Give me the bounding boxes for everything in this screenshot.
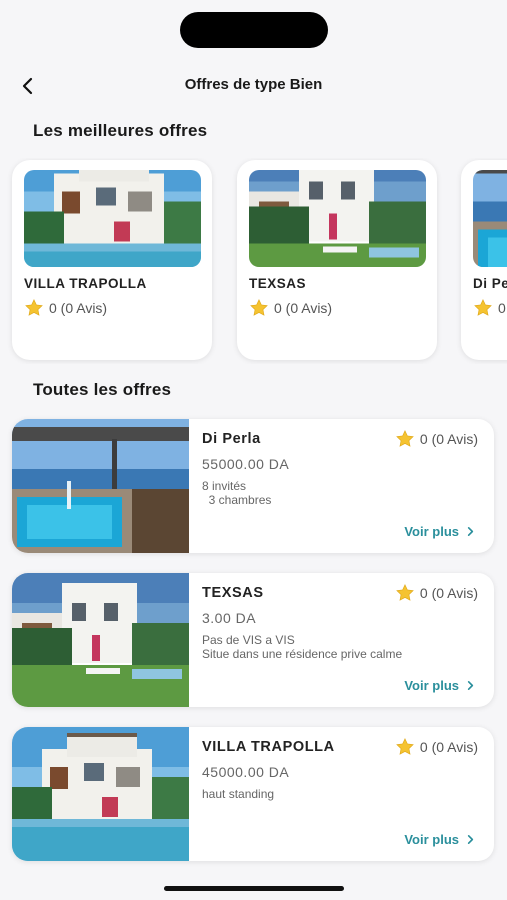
offer-rating: 0 (0 Avis) [249, 298, 332, 318]
voir-plus-button[interactable]: Voir plus [404, 832, 476, 847]
page-title: Offres de type Bien [184, 76, 323, 93]
rating-text: 0 (0 Avis) [49, 300, 108, 316]
offer-name: VILLA TRAPOLLA [202, 739, 335, 755]
star-icon [395, 429, 415, 449]
all-offers-heading: Toutes les offres [33, 380, 172, 399]
offer-rating: 0 (0 Avis) [395, 737, 478, 757]
best-offers-heading: Les meilleures offres [33, 121, 208, 140]
offer-name: TEXSAS [202, 585, 264, 601]
offer-name: TEXSAS [249, 276, 307, 291]
best-offers-carousel[interactable]: VILLA TRAPOLLA 0 (0 Avis) TEXSAS 0 (0 Av… [0, 158, 507, 364]
voir-plus-label: Voir plus [404, 678, 459, 693]
star-icon [395, 583, 415, 603]
chevron-right-icon [465, 526, 476, 537]
voir-plus-label: Voir plus [404, 524, 459, 539]
offer-price: 45000.00 DA [202, 764, 290, 780]
offer-rating: 0 (0 Avis) [473, 298, 507, 318]
rating-text: 0 (0 Avis) [419, 431, 478, 447]
offer-card[interactable]: VILLA TRAPOLLA 0 (0 Avis) 45000.00 DA ha… [12, 727, 494, 861]
offer-image [12, 727, 189, 861]
best-offer-card[interactable]: VILLA TRAPOLLA 0 (0 Avis) [12, 160, 212, 360]
offer-description: Pas de VIS a VIS Situe dans une résidenc… [202, 633, 403, 661]
home-indicator[interactable] [164, 886, 344, 891]
star-icon [249, 298, 269, 318]
offer-image [473, 170, 507, 267]
voir-plus-label: Voir plus [404, 832, 459, 847]
offer-description: haut standing [202, 787, 275, 801]
chevron-right-icon [465, 834, 476, 845]
offer-price: 55000.00 DA [202, 456, 290, 472]
offer-image [12, 573, 189, 707]
offer-name: Di Perla [202, 431, 261, 447]
status-bar [0, 0, 507, 60]
star-icon [473, 298, 493, 318]
offer-price: 3.00 DA [202, 610, 257, 626]
voir-plus-button[interactable]: Voir plus [404, 524, 476, 539]
best-offer-card[interactable]: TEXSAS 0 (0 Avis) [237, 160, 437, 360]
rating-text: 0 (0 Avis) [274, 300, 333, 316]
voir-plus-button[interactable]: Voir plus [404, 678, 476, 693]
offer-image [12, 419, 189, 553]
offer-rating: 0 (0 Avis) [395, 429, 478, 449]
offer-card[interactable]: Di Perla 0 (0 Avis) 55000.00 DA 8 invité… [12, 419, 494, 553]
star-icon [24, 298, 44, 318]
offer-name: VILLA TRAPOLLA [24, 276, 147, 291]
offer-card[interactable]: TEXSAS 0 (0 Avis) 3.00 DA Pas de VIS a V… [12, 573, 494, 707]
offer-rating: 0 (0 Avis) [24, 298, 107, 318]
offer-description: 8 invités 3 chambres [202, 479, 272, 507]
offer-image [249, 170, 426, 267]
offer-rating: 0 (0 Avis) [395, 583, 478, 603]
offer-image [24, 170, 201, 267]
chevron-right-icon [465, 680, 476, 691]
best-offer-card[interactable]: Di Perla 0 (0 Avis) [461, 160, 507, 360]
dynamic-island [180, 12, 328, 48]
navigation-bar: Offres de type Bien [0, 66, 507, 106]
rating-text: 0 (0 Avis) [419, 739, 478, 755]
offer-name: Di Perla [473, 276, 507, 291]
star-icon [395, 737, 415, 757]
rating-text: 0 (0 Avis) [419, 585, 478, 601]
rating-text: 0 (0 Avis) [498, 300, 507, 316]
